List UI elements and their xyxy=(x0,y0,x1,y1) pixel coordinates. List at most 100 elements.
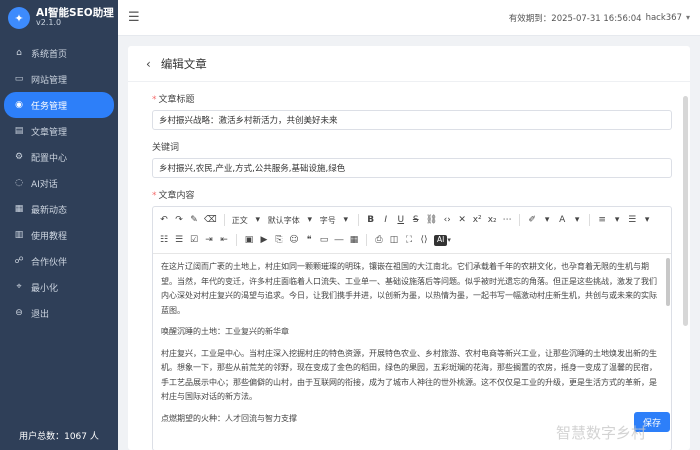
editor-toolbar: ↶ ↷ ✎ ⌫ 正文 ▾ 默认字体 ▾ 字号 ▾ B I U S ⛓ ‹› ✕ … xyxy=(153,207,671,254)
sidebar-item-label: 文章管理 xyxy=(31,127,68,138)
task-list-icon[interactable]: ☑ xyxy=(187,232,201,248)
chevron-down-icon[interactable]: ▾ xyxy=(686,13,690,22)
gear-icon: ⚙ xyxy=(14,152,24,162)
page-scrollbar[interactable] xyxy=(683,96,688,326)
sidebar-item-label: 配置中心 xyxy=(31,153,68,164)
chevron-down-icon: ▾ xyxy=(574,215,580,225)
user-count: 用户总数：1067 人 xyxy=(19,432,99,442)
sidebar-item-label: 系统首页 xyxy=(31,49,68,60)
redo-icon[interactable]: ↷ xyxy=(172,212,186,228)
divider-icon[interactable]: ― xyxy=(332,232,346,248)
italic-icon[interactable]: I xyxy=(379,212,393,228)
watermark-text: 智慧数字乡村 xyxy=(556,424,647,442)
news-icon: ▦ xyxy=(14,204,24,214)
content-label: 文章内容 xyxy=(158,191,195,201)
outdent-icon[interactable]: ⇤ xyxy=(217,232,231,248)
sidebar-menu: ⌂ 系统首页 ▭ 网站管理 ◉ 任务管理 ▤ 文章管理 ⚙ 配置中心 ◌ AI对话 ▦ 最新动… xyxy=(0,40,118,326)
strikethrough-icon[interactable]: S xyxy=(409,212,423,228)
paragraph-select[interactable]: 正文 xyxy=(230,212,250,228)
rich-text-editor: ↶ ↷ ✎ ⌫ 正文 ▾ 默认字体 ▾ 字号 ▾ B I U S ⛓ ‹› ✕ … xyxy=(152,206,672,450)
sidebar-item-articles[interactable]: ▤ 文章管理 xyxy=(0,118,118,144)
font-size-select[interactable]: 字号 xyxy=(318,212,338,228)
bullet-list-icon[interactable]: ☷ xyxy=(157,232,171,248)
image-icon[interactable]: ▣ xyxy=(242,232,256,248)
chevron-down-icon: ▾ xyxy=(307,215,312,225)
more-icon[interactable]: ⋯ xyxy=(500,212,514,228)
task-icon: ◉ xyxy=(15,100,23,110)
sidebar: ✦ AI智能SEO助理 v2.1.0 ⌂ 系统首页 ▭ 网站管理 ◉ 任务管理 ▤ 文章… xyxy=(0,0,118,450)
app-version: v2.1.0 xyxy=(36,18,62,28)
indent-icon[interactable]: ⇥ xyxy=(202,232,216,248)
fullscreen-icon[interactable]: ⛶ xyxy=(402,232,416,248)
source-code-icon[interactable]: ⟨⟩ xyxy=(417,232,431,248)
sidebar-item-label: 最小化 xyxy=(31,283,59,294)
sidebar-item-partners[interactable]: ☍ 合作伙伴 xyxy=(0,248,118,274)
clear-format-icon[interactable]: ⌫ xyxy=(202,212,219,228)
link-icon[interactable]: ⛓ xyxy=(424,212,439,228)
preview-icon[interactable]: ◫ xyxy=(387,232,401,248)
sidebar-item-ai-chat[interactable]: ◌ AI对话 xyxy=(0,170,118,196)
attachment-icon[interactable]: ⎘ xyxy=(272,232,286,248)
expiry-text: 有效期到：2025-07-31 16:56:04 xyxy=(508,13,642,24)
logout-icon: ⊖ xyxy=(15,308,23,318)
content-paragraph: 在这片辽阔而广袤的土地上，村庄如同一颗颗璀璨的明珠，镶嵌在祖国的大江南北。它们承… xyxy=(161,262,657,315)
video-icon[interactable]: ▶ xyxy=(257,232,271,248)
chevron-down-icon: ▾ xyxy=(544,215,550,225)
quote-icon[interactable]: ❝ xyxy=(302,232,316,248)
partner-icon: ☍ xyxy=(14,256,24,266)
chat-icon: ◌ xyxy=(15,178,23,188)
code-icon[interactable]: ‹› xyxy=(440,212,454,228)
top-header: ☰ 有效期到：2025-07-31 16:56:04 hack367 ▾ xyxy=(118,0,700,36)
sidebar-item-config[interactable]: ⚙ 配置中心 xyxy=(0,144,118,170)
emoji-icon[interactable]: ☺ xyxy=(287,232,301,248)
content-paragraph: 村庄复兴，工业是中心。当村庄深入挖掘村庄的特色资源，开展特色农业、乡村旅游、农村… xyxy=(161,348,657,402)
title-input[interactable]: 乡村振兴战略：激活乡村新活力，共创美好未来 xyxy=(152,110,672,130)
line-height-icon[interactable]: ☰ xyxy=(625,212,639,228)
folder-icon: ▭ xyxy=(14,74,24,84)
align-icon[interactable]: ≡ xyxy=(595,212,609,228)
subscript-icon[interactable]: x₂ xyxy=(485,212,499,228)
table-icon[interactable]: ▦ xyxy=(347,232,361,248)
underline-icon[interactable]: U xyxy=(394,212,408,228)
sidebar-item-minimize[interactable]: ⌖ 最小化 xyxy=(0,274,118,300)
print-icon[interactable]: ⎙ xyxy=(372,232,386,248)
sidebar-item-home[interactable]: ⌂ 系统首页 xyxy=(0,40,118,66)
username[interactable]: hack367 xyxy=(646,13,682,23)
minimize-icon: ⌖ xyxy=(16,282,22,292)
bold-icon[interactable]: B xyxy=(364,212,378,228)
logo: ✦ AI智能SEO助理 v2.1.0 xyxy=(0,0,118,36)
main-content: ‹ 编辑文章 * 文章标题 乡村振兴战略：激活乡村新活力，共创美好未来 关键词 乡… xyxy=(118,36,700,450)
home-icon: ⌂ xyxy=(16,48,22,58)
sidebar-item-tasks[interactable]: ◉ 任务管理 xyxy=(4,92,114,118)
editor-scrollbar[interactable] xyxy=(666,258,670,306)
back-icon[interactable]: ‹ xyxy=(146,57,151,71)
font-family-select[interactable]: 默认字体 xyxy=(266,212,302,228)
font-color-icon[interactable]: A xyxy=(555,212,569,228)
highlight-icon[interactable]: ✐ xyxy=(525,212,539,228)
chevron-down-icon: ▾ xyxy=(343,215,348,225)
keywords-input[interactable]: 乡村振兴,农民,产业,方式,公共服务,基础设施,绿色 xyxy=(152,158,672,178)
sidebar-item-label: 使用教程 xyxy=(31,231,68,242)
title-field-label: 文章标题 xyxy=(158,95,195,105)
menu-toggle-icon[interactable]: ☰ xyxy=(128,10,140,25)
sidebar-item-label: 合作伙伴 xyxy=(31,257,68,268)
editor-content[interactable]: 在这片辽阔而广袤的土地上，村庄如同一颗颗璀璨的明珠，镶嵌在祖国的大江南北。它们承… xyxy=(153,254,671,450)
sidebar-item-label: 最新动态 xyxy=(31,205,68,216)
sidebar-item-label: 退出 xyxy=(31,309,50,320)
page-title: 编辑文章 xyxy=(160,56,207,71)
sidebar-item-tutorial[interactable]: ▥ 使用教程 xyxy=(0,222,118,248)
sidebar-item-logout[interactable]: ⊖ 退出 xyxy=(0,300,118,326)
sidebar-item-label: 任务管理 xyxy=(31,101,68,112)
superscript-icon[interactable]: x² xyxy=(470,212,484,228)
sidebar-item-websites[interactable]: ▭ 网站管理 xyxy=(0,66,118,92)
format-painter-icon[interactable]: ✎ xyxy=(187,212,201,228)
ai-button[interactable]: AI xyxy=(434,234,448,246)
sidebar-item-news[interactable]: ▦ 最新动态 xyxy=(0,196,118,222)
numbered-list-icon[interactable]: ☰ xyxy=(172,232,186,248)
sidebar-item-label: 网站管理 xyxy=(31,75,68,86)
clear-icon[interactable]: ✕ xyxy=(455,212,469,228)
undo-icon[interactable]: ↶ xyxy=(157,212,171,228)
chevron-down-icon: ▾ xyxy=(614,215,620,225)
chevron-down-icon: ▾ xyxy=(255,215,260,225)
code-block-icon[interactable]: ▭ xyxy=(317,232,331,248)
